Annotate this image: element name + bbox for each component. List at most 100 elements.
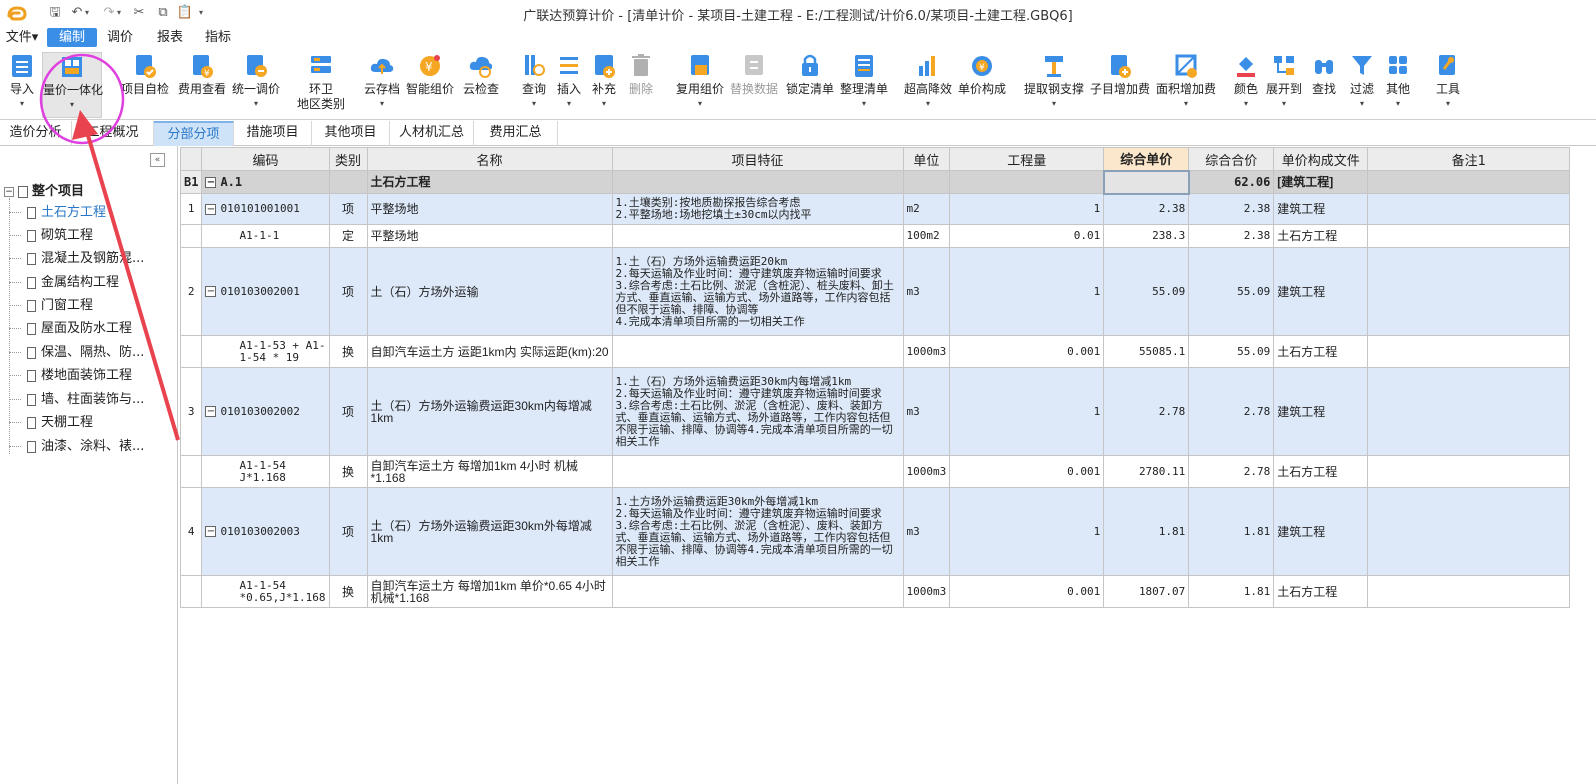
expand-to-button[interactable]: 展开到 ▾: [1264, 52, 1304, 118]
selected-cell[interactable]: [1102, 169, 1190, 195]
filter-button[interactable]: 过滤 ▾: [1346, 52, 1378, 118]
remark-cell[interactable]: [1367, 193, 1571, 225]
section-code-cell[interactable]: − A.1: [201, 170, 330, 194]
unit-price-cell[interactable]: 238.3: [1103, 224, 1190, 248]
features-cell[interactable]: [611, 455, 904, 488]
query-button[interactable]: 查询 ▾: [518, 52, 550, 118]
tab-cost-summary[interactable]: 费用汇总: [474, 121, 558, 146]
name-cell[interactable]: 自卸汽车运土方 每增加1km 单价*0.65 4小时 机械*1.168: [366, 575, 613, 608]
unit-price-cell[interactable]: 1807.07: [1103, 575, 1190, 608]
code-cell[interactable]: A1-1-54 J*1.168: [201, 455, 330, 488]
unit-price-composition-button[interactable]: ¥ 单价构成: [956, 52, 1008, 118]
tab-divisional-items[interactable]: 分部分项: [154, 121, 234, 146]
name-cell[interactable]: 平整场地: [366, 193, 613, 225]
quantity-cell[interactable]: 0.001: [949, 575, 1105, 608]
tree-item[interactable]: 楼地面装饰工程: [9, 367, 132, 385]
header-features[interactable]: 项目特征: [611, 147, 904, 171]
category-cell[interactable]: 换: [328, 455, 368, 488]
unit-price-cell[interactable]: 2.78: [1103, 367, 1190, 456]
name-cell[interactable]: 平整场地: [366, 224, 613, 248]
section-row[interactable]: B1 − A.1 土石方工程 62.06 [建筑工程]: [179, 169, 1571, 195]
sub-item-surcharge-button[interactable]: 子目增加费: [1088, 52, 1152, 118]
features-cell[interactable]: 1.土壤类别:按地质勘探报告综合考虑 2.平整场地:场地挖填土±30cm以内找平: [611, 193, 904, 225]
category-cell[interactable]: 项: [328, 487, 368, 576]
unit-cell[interactable]: m3: [902, 367, 951, 456]
unit-price-cell[interactable]: 2.38: [1103, 193, 1190, 225]
cloud-check-button[interactable]: 云检查: [460, 52, 502, 118]
category-cell[interactable]: 定: [328, 224, 368, 248]
section-name[interactable]: 土石方工程: [366, 170, 613, 194]
menu-edit[interactable]: 编制: [47, 28, 97, 47]
composition-file-cell[interactable]: 建筑工程: [1273, 487, 1369, 576]
collapse-row-icon[interactable]: −: [205, 286, 217, 297]
composition-file-cell[interactable]: 土石方工程: [1273, 224, 1369, 248]
sanitation-region-type-button[interactable]: 环卫 地区类别: [294, 52, 348, 118]
quantity-cell[interactable]: 0.001: [949, 455, 1105, 488]
find-button[interactable]: 查找: [1308, 52, 1340, 118]
unit-price-cell[interactable]: 1.81: [1103, 487, 1190, 576]
total-price-cell[interactable]: 55.09: [1188, 335, 1275, 368]
unit-cell[interactable]: m3: [902, 487, 951, 576]
tree-item[interactable]: 油漆、涂料、裱...: [9, 438, 144, 456]
tree-item[interactable]: 砌筑工程: [9, 227, 93, 245]
features-cell[interactable]: [611, 575, 904, 608]
unit-cell[interactable]: 1000m3: [902, 575, 951, 608]
collapse-row-icon[interactable]: −: [205, 177, 217, 188]
import-button[interactable]: 导入 ▾: [4, 52, 40, 118]
header-quantity[interactable]: 工程量: [949, 147, 1105, 171]
quantity-cell[interactable]: 0.01: [949, 224, 1105, 248]
header-code[interactable]: 编码: [201, 147, 330, 171]
name-cell[interactable]: 土（石）方场外运输: [366, 247, 613, 336]
quota-row[interactable]: A1-1-54 J*1.168 换自卸汽车运土方 每增加1km 4小时 机械*1.…: [179, 455, 1571, 488]
features-cell[interactable]: 1.土（石）方场外运输费运距20km 2.每天运输及作业时间：遵守建筑废弃物运输…: [611, 247, 904, 336]
tools-button[interactable]: 工具 ▾: [1432, 52, 1464, 118]
header-remark[interactable]: 备注1: [1367, 147, 1571, 171]
section-total[interactable]: 62.06: [1188, 170, 1275, 194]
quota-row[interactable]: A1-1-1 定平整场地 100m2 0.01 238.3 2.38 土石方工程: [179, 224, 1571, 248]
tab-labor-material-summary[interactable]: 人材机汇总: [390, 121, 474, 146]
unit-price-cell[interactable]: 55085.1: [1103, 335, 1190, 368]
supplement-button[interactable]: 补充 ▾: [588, 52, 620, 118]
features-cell[interactable]: [611, 224, 904, 248]
menu-file[interactable]: 文件▾: [4, 28, 40, 47]
tree-item[interactable]: 土石方工程: [9, 204, 106, 222]
tree-item[interactable]: 天棚工程: [9, 414, 93, 432]
extract-steel-support-button[interactable]: 提取钢支撑 ▾: [1022, 52, 1086, 118]
code-cell[interactable]: −010103002002: [201, 367, 330, 456]
quota-row[interactable]: A1-1-54 *0.65,J*1.168 换自卸汽车运土方 每增加1km 单价*…: [179, 575, 1571, 608]
name-cell[interactable]: 自卸汽车运土方 每增加1km 4小时 机械*1.168: [366, 455, 613, 488]
composition-file-cell[interactable]: 建筑工程: [1273, 367, 1369, 456]
unit-cell[interactable]: 1000m3: [902, 335, 951, 368]
tree-item[interactable]: 屋面及防水工程: [9, 320, 132, 338]
menu-adjust[interactable]: 调价: [101, 28, 139, 47]
collapse-row-icon[interactable]: −: [205, 526, 217, 537]
reuse-pricing-button[interactable]: 复用组价 ▾: [674, 52, 726, 118]
bill-item-row[interactable]: 3−010103002002 项土（石）方场外运输费运距30km内每增减1km 1.…: [179, 367, 1571, 456]
header-name[interactable]: 名称: [366, 147, 613, 171]
menu-report[interactable]: 报表: [151, 28, 189, 47]
name-cell[interactable]: 自卸汽车运土方 运距1km内 实际运距(km):20: [366, 335, 613, 368]
composition-file-cell[interactable]: 建筑工程: [1273, 247, 1369, 336]
bill-item-row[interactable]: 1−010101001001 项平整场地 1.土壤类别:按地质勘探报告综合考虑 2.…: [179, 193, 1571, 225]
menu-index[interactable]: 指标: [199, 28, 237, 47]
unit-cell[interactable]: m2: [902, 193, 951, 225]
organize-bill-button[interactable]: 整理清单 ▾: [838, 52, 890, 118]
remark-cell[interactable]: [1367, 455, 1571, 488]
cloud-archive-button[interactable]: 云存档 ▾: [362, 52, 402, 118]
category-cell[interactable]: 项: [328, 367, 368, 456]
features-cell[interactable]: 1.土（石）方场外运输费运距30km内每增减1km 2.每天运输及作业时间：遵守…: [611, 367, 904, 456]
code-cell[interactable]: A1-1-53 + A1-1-54 * 19: [201, 335, 330, 368]
super-height-reduction-button[interactable]: 超高降效 ▾: [902, 52, 954, 118]
lock-bill-button[interactable]: 锁定清单: [784, 52, 836, 118]
remark-cell[interactable]: [1367, 575, 1571, 608]
unit-price-cell[interactable]: 2780.11: [1103, 455, 1190, 488]
tab-project-overview[interactable]: 工程概况: [72, 121, 154, 146]
smart-pricing-button[interactable]: ¥ 智能组价: [404, 52, 456, 118]
composition-file-cell[interactable]: 土石方工程: [1273, 455, 1369, 488]
header-category[interactable]: 类别: [328, 147, 368, 171]
code-cell[interactable]: A1-1-54 *0.65,J*1.168: [201, 575, 330, 608]
tab-other-items[interactable]: 其他项目: [312, 121, 390, 146]
header-unit-price[interactable]: 综合单价: [1103, 147, 1190, 171]
replace-data-button[interactable]: 替换数据: [728, 52, 780, 118]
project-self-check-button[interactable]: 项目自检: [120, 52, 170, 118]
